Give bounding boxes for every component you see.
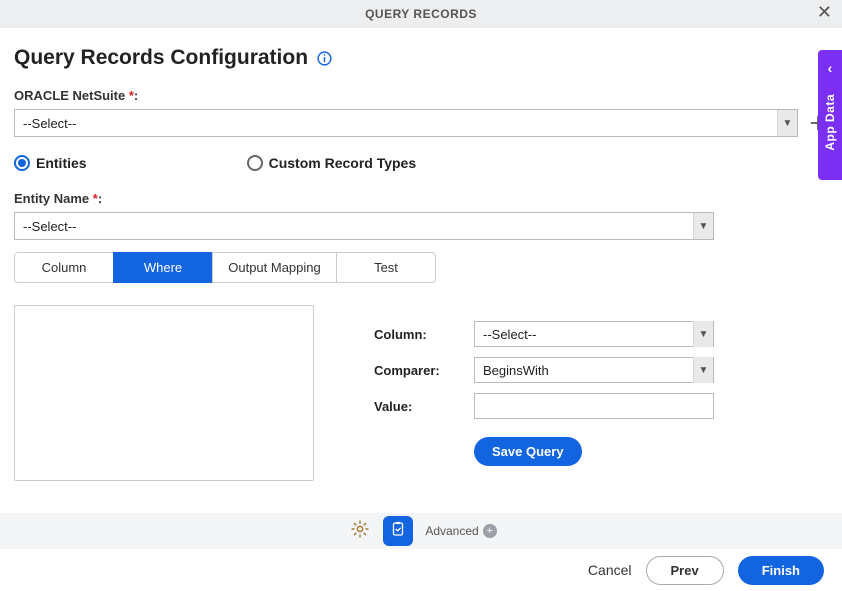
query-clauses-panel[interactable] (14, 305, 314, 481)
prev-button[interactable]: Prev (646, 556, 724, 585)
close-icon[interactable]: ✕ (817, 3, 832, 21)
tab-column[interactable]: Column (14, 252, 114, 283)
advanced-label: Advanced (425, 524, 478, 538)
entity-name-select[interactable]: --Select-- ▼ (14, 212, 714, 240)
info-icon[interactable] (316, 50, 333, 67)
where-value-input[interactable] (474, 393, 714, 419)
radio-custom-record-types[interactable]: Custom Record Types (247, 155, 417, 171)
cancel-button[interactable]: Cancel (588, 562, 632, 578)
entity-name-label: Entity Name *: (14, 191, 828, 206)
radio-icon (14, 155, 30, 171)
radio-icon (247, 155, 263, 171)
where-comparer-select[interactable]: BeginsWith ▼ (474, 357, 714, 383)
settings-button[interactable] (345, 516, 375, 546)
chevron-down-icon: ▼ (693, 213, 713, 239)
oracle-select-value: --Select-- (23, 116, 76, 131)
oracle-label: ORACLE NetSuite *: (14, 88, 828, 103)
app-data-label: App Data (823, 94, 837, 151)
chevron-down-icon: ▼ (693, 321, 713, 347)
clipboard-icon (389, 520, 407, 543)
where-column-label: Column: (374, 327, 474, 342)
radio-custom-label: Custom Record Types (269, 155, 417, 171)
tab-where[interactable]: Where (113, 252, 213, 283)
advanced-toggle[interactable]: Advanced + (425, 524, 496, 538)
where-comparer-value: BeginsWith (483, 363, 549, 378)
page-title: Query Records Configuration (14, 46, 308, 70)
plus-circle-icon: + (483, 524, 497, 538)
tab-test[interactable]: Test (336, 252, 436, 283)
radio-entities-label: Entities (36, 155, 87, 171)
wizard-footer: Cancel Prev Finish (0, 549, 842, 591)
chevron-down-icon: ▼ (777, 110, 797, 136)
save-query-button[interactable]: Save Query (474, 437, 582, 466)
radio-entities[interactable]: Entities (14, 155, 87, 171)
finish-button[interactable]: Finish (738, 556, 824, 585)
clipboard-button[interactable] (383, 516, 413, 546)
tab-output-mapping[interactable]: Output Mapping (212, 252, 337, 283)
where-comparer-label: Comparer: (374, 363, 474, 378)
config-tabs: Column Where Output Mapping Test (14, 252, 439, 283)
where-column-select[interactable]: --Select-- ▼ (474, 321, 714, 347)
chevron-left-icon: ‹ (828, 60, 833, 76)
where-column-value: --Select-- (483, 327, 536, 342)
entity-name-select-value: --Select-- (23, 219, 76, 234)
bottom-toolbar: Advanced + (0, 513, 842, 549)
app-data-panel-toggle[interactable]: ‹ App Data (818, 50, 842, 180)
chevron-down-icon: ▼ (693, 357, 713, 383)
gear-icon (350, 519, 370, 544)
where-value-label: Value: (374, 399, 474, 414)
dialog-title: QUERY RECORDS (0, 7, 842, 21)
oracle-select[interactable]: --Select-- ▼ (14, 109, 798, 137)
dialog-header: QUERY RECORDS ✕ (0, 0, 842, 28)
